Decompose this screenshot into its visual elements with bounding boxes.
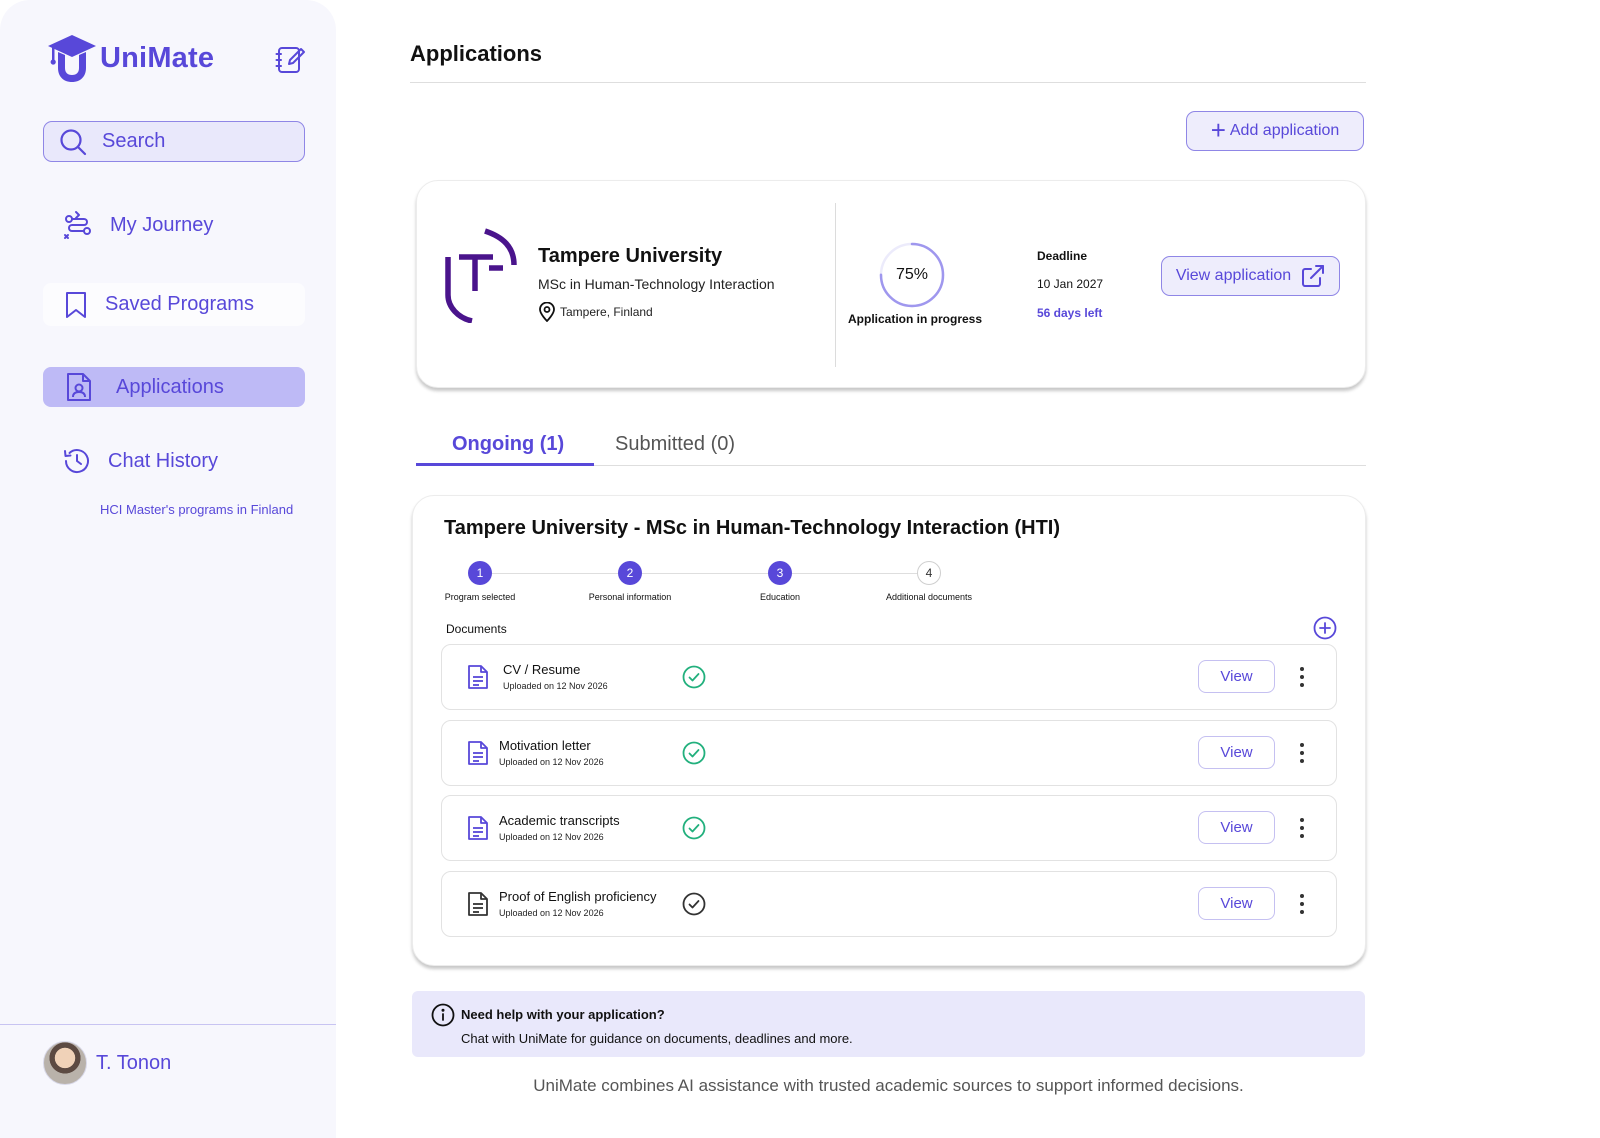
application-title: Tampere University - MSc in Human-Techno… xyxy=(444,517,1061,539)
info-icon xyxy=(431,1003,455,1027)
deadline-label: Deadline xyxy=(1037,249,1088,263)
help-banner[interactable]: Need help with your application? Chat wi… xyxy=(412,991,1365,1057)
more-options-icon[interactable] xyxy=(1290,665,1314,689)
avatar xyxy=(43,1041,87,1085)
pending-check-icon xyxy=(682,892,706,916)
search-icon xyxy=(60,128,87,155)
view-document-button[interactable]: View xyxy=(1198,736,1275,769)
program-name: MSc in Human-Technology Interaction xyxy=(538,276,775,292)
document-name: Proof of English proficiency xyxy=(499,889,657,904)
sidebar-item-label: Applications xyxy=(116,375,224,398)
verified-check-icon xyxy=(682,665,706,689)
application-tabs: Ongoing (1) Submitted (0) xyxy=(416,425,1366,466)
history-icon xyxy=(64,449,89,474)
more-options-icon[interactable] xyxy=(1290,741,1314,765)
add-application-button[interactable]: + Add application xyxy=(1186,111,1364,151)
document-row-cv[interactable]: CV / Resume Uploaded on 12 Nov 2026 View xyxy=(441,644,1337,710)
document-name: Academic transcripts xyxy=(499,813,620,828)
app-logo[interactable]: UniMate xyxy=(46,32,214,84)
sidebar-item-label: My Journey xyxy=(110,213,214,236)
more-options-icon[interactable] xyxy=(1290,816,1314,840)
page-title: Applications xyxy=(410,41,543,66)
step-2-circle: 2 xyxy=(618,561,642,585)
sidebar-item-my-journey[interactable]: My Journey xyxy=(62,206,213,244)
verified-check-icon xyxy=(682,816,706,840)
add-document-icon[interactable] xyxy=(1313,616,1337,640)
progress-percent: 75% xyxy=(895,266,929,283)
university-name: Tampere University xyxy=(538,245,723,267)
step-1-circle: 1 xyxy=(468,561,492,585)
add-application-label: Add application xyxy=(1229,122,1340,139)
document-name: CV / Resume xyxy=(503,662,581,677)
more-options-icon[interactable] xyxy=(1290,892,1314,916)
help-text: Chat with UniMate for guidance on docume… xyxy=(461,1031,853,1046)
application-detail-card: Tampere University - MSc in Human-Techno… xyxy=(412,495,1366,966)
view-document-button[interactable]: View xyxy=(1198,887,1275,920)
documents-heading: Documents xyxy=(446,622,507,636)
plus-icon: + xyxy=(1210,114,1226,145)
graduation-cap-logo-icon xyxy=(48,35,96,82)
sidebar-item-saved-programs[interactable]: Saved Programs xyxy=(43,283,305,326)
external-link-icon xyxy=(1302,265,1325,287)
view-application-button[interactable]: View application xyxy=(1161,256,1340,296)
route-icon xyxy=(64,211,91,239)
bookmark-icon xyxy=(66,291,86,318)
step-4-circle: 4 xyxy=(917,561,941,585)
verified-check-icon xyxy=(682,741,706,765)
step-3-label: Education xyxy=(759,592,801,602)
file-text-icon xyxy=(468,665,488,689)
compose-icon xyxy=(275,47,305,73)
document-upload-date: Uploaded on 12 Nov 2026 xyxy=(499,757,604,767)
app-name: UniMate xyxy=(100,41,215,74)
sidebar-item-chat-history[interactable]: Chat History xyxy=(62,442,218,480)
sidebar-divider xyxy=(0,1024,336,1025)
step-1-label: Program selected xyxy=(444,592,516,602)
deadline-date: 10 Jan 2027 xyxy=(1037,277,1104,291)
document-upload-date: Uploaded on 12 Nov 2026 xyxy=(503,681,608,691)
sidebar: UniMate Search My Journey Saved Programs… xyxy=(0,0,336,1138)
chat-history-entry[interactable]: HCI Master's programs in Finland xyxy=(100,502,293,517)
document-upload-date: Uploaded on 12 Nov 2026 xyxy=(499,832,604,842)
location-text: Tampere, Finland xyxy=(560,305,653,319)
new-chat-button[interactable] xyxy=(274,44,306,76)
search-placeholder: Search xyxy=(102,130,166,152)
document-row-english-proficiency[interactable]: Proof of English proficiency Uploaded on… xyxy=(441,871,1337,937)
application-summary-card: Tampere University MSc in Human-Technolo… xyxy=(416,180,1366,388)
tab-ongoing[interactable]: Ongoing (1) xyxy=(452,433,564,456)
file-text-icon xyxy=(468,892,488,916)
title-divider xyxy=(410,82,1366,83)
user-name: T. Tonon xyxy=(96,1051,172,1074)
user-profile[interactable]: T. Tonon xyxy=(43,1041,171,1085)
progress-label: Application in progress xyxy=(848,312,983,326)
step-3-circle: 3 xyxy=(768,561,792,585)
step-4-label: Additional documents xyxy=(885,592,973,602)
sidebar-item-label: Saved Programs xyxy=(105,293,254,315)
footer-disclaimer: UniMate combines AI assistance with trus… xyxy=(533,1076,1244,1095)
view-document-button[interactable]: View xyxy=(1198,811,1275,844)
view-document-button[interactable]: View xyxy=(1198,660,1275,693)
tampere-university-logo xyxy=(445,228,517,323)
document-upload-date: Uploaded on 12 Nov 2026 xyxy=(499,908,604,918)
document-row-motivation-letter[interactable]: Motivation letter Uploaded on 12 Nov 202… xyxy=(441,720,1337,786)
file-text-icon xyxy=(468,816,488,840)
tab-submitted[interactable]: Submitted (0) xyxy=(615,433,735,456)
document-row-transcripts[interactable]: Academic transcripts Uploaded on 12 Nov … xyxy=(441,795,1337,861)
file-text-icon xyxy=(468,741,488,765)
stepper-line xyxy=(480,573,930,574)
sidebar-item-label: Chat History xyxy=(108,449,219,472)
sidebar-item-applications[interactable]: Applications xyxy=(43,367,305,407)
step-2-label: Personal information xyxy=(588,592,672,602)
days-left: 56 days left xyxy=(1037,306,1103,320)
location-pin-icon xyxy=(539,302,555,322)
view-application-label: View application xyxy=(1175,267,1292,284)
help-title: Need help with your application? xyxy=(461,1007,665,1022)
summary-divider xyxy=(835,203,836,367)
university-location: Tampere, Finland xyxy=(538,302,653,322)
search-input[interactable]: Search xyxy=(43,121,305,162)
active-tab-indicator xyxy=(416,463,594,466)
document-name: Motivation letter xyxy=(499,738,591,753)
document-person-icon xyxy=(67,373,91,401)
